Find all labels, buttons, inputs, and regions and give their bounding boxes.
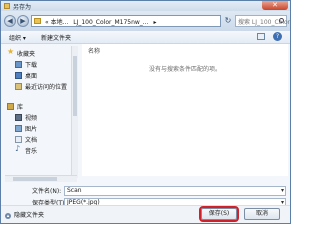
window-title: 另存为: [13, 4, 32, 11]
breadcrumb-item[interactable]: LJ_100_Color_M175nw_...: [73, 19, 148, 26]
search-input[interactable]: 搜索 LJ_100_Color_M...: [235, 15, 290, 27]
music-library-icon: ♪: [15, 144, 21, 153]
close-button[interactable]: ✕: [262, 1, 288, 10]
nav-item-recent[interactable]: 最近访问的位置: [5, 81, 71, 92]
nav-item-label: 视频: [25, 115, 38, 122]
title-bar: 另存为 ✕: [1, 1, 290, 11]
desktop-icon: [15, 72, 22, 79]
filename-value: Scan: [67, 187, 82, 194]
nav-item-label: 下载: [25, 62, 38, 69]
filename-field[interactable]: Scan ▾: [64, 186, 286, 196]
nav-item-label: 图片: [25, 126, 38, 133]
scrollbar-thumb[interactable]: [73, 56, 77, 116]
column-header-name[interactable]: 名称: [88, 46, 100, 55]
chevron-up-icon: ▴: [5, 213, 11, 219]
address-bar[interactable]: « 本地... LJ_100_Color_M175nw_... ▸: [31, 15, 221, 27]
video-library-icon: [15, 114, 22, 121]
nav-item-label: 音乐: [25, 148, 38, 155]
library-icon: [7, 103, 14, 110]
nav-item-libraries[interactable]: 库: [5, 101, 71, 112]
recent-places-icon: [15, 83, 22, 90]
command-toolbar: 组织 ▾ 新建文件夹 ?: [1, 31, 290, 44]
back-button[interactable]: ◀: [4, 15, 16, 27]
nav-item-favorites[interactable]: ★ 收藏夹: [5, 48, 71, 59]
address-row: ◀ ▶ « 本地... LJ_100_Color_M175nw_... ▸ ↻ …: [1, 11, 290, 31]
nav-item-pictures[interactable]: 图片: [5, 123, 71, 134]
new-folder-button[interactable]: 新建文件夹: [41, 33, 71, 42]
navigation-pane: ★ 收藏夹 下载 桌面 最近访问的位置 库 视频 图片 文档 ♪ 音乐: [5, 46, 71, 178]
nav-item-label: 库: [17, 104, 24, 111]
breadcrumb-item[interactable]: « 本地...: [45, 19, 68, 26]
help-icon[interactable]: ?: [273, 32, 282, 41]
filename-label: 文件名(N):: [32, 188, 62, 195]
hide-folders-toggle[interactable]: ▴ 隐藏文件夹: [5, 210, 44, 219]
chevron-down-icon[interactable]: ▾: [281, 187, 284, 194]
empty-message: 没有与搜索条件匹配的项。: [148, 66, 221, 73]
nav-item-videos[interactable]: 视频: [5, 112, 71, 123]
nav-item-label: 收藏夹: [17, 51, 36, 58]
refresh-icon[interactable]: ↻: [223, 15, 233, 27]
file-list[interactable]: 名称 没有与搜索条件匹配的项。: [82, 44, 288, 176]
star-icon: ★: [7, 47, 15, 56]
folder-icon: [34, 18, 41, 24]
documents-library-icon: [15, 136, 22, 143]
chevron-right-icon[interactable]: ▸: [153, 19, 156, 26]
cancel-button[interactable]: 取消: [244, 208, 280, 220]
nav-scrollbar[interactable]: [71, 46, 78, 178]
scrollbar-thumb[interactable]: [13, 177, 57, 181]
save-as-dialog: 另存为 ✕ ◀ ▶ « 本地... LJ_100_Color_M175nw_..…: [0, 0, 291, 224]
nav-item-label: 最近访问的位置: [25, 84, 68, 91]
nav-item-music[interactable]: ♪ 音乐: [5, 145, 71, 156]
hide-folders-label: 隐藏文件夹: [14, 212, 45, 219]
pictures-library-icon: [15, 125, 22, 132]
download-folder-icon: [15, 61, 22, 68]
forward-button[interactable]: ▶: [17, 15, 29, 27]
dialog-footer: ▴ 隐藏文件夹 保存(S) 取消: [1, 205, 290, 223]
search-icon: [279, 18, 284, 23]
view-options-icon[interactable]: [257, 33, 265, 40]
nav-item-label: 文档: [25, 137, 38, 144]
save-button[interactable]: 保存(S): [199, 206, 239, 222]
folder-icon: [4, 3, 10, 9]
nav-horizontal-scrollbar[interactable]: [5, 175, 77, 182]
nav-item-desktop[interactable]: 桌面: [5, 70, 71, 81]
nav-item-label: 桌面: [25, 73, 38, 80]
nav-item-downloads[interactable]: 下载: [5, 59, 71, 70]
breadcrumb: « 本地... LJ_100_Color_M175nw_... ▸: [45, 17, 159, 26]
organize-button[interactable]: 组织 ▾: [9, 33, 26, 42]
